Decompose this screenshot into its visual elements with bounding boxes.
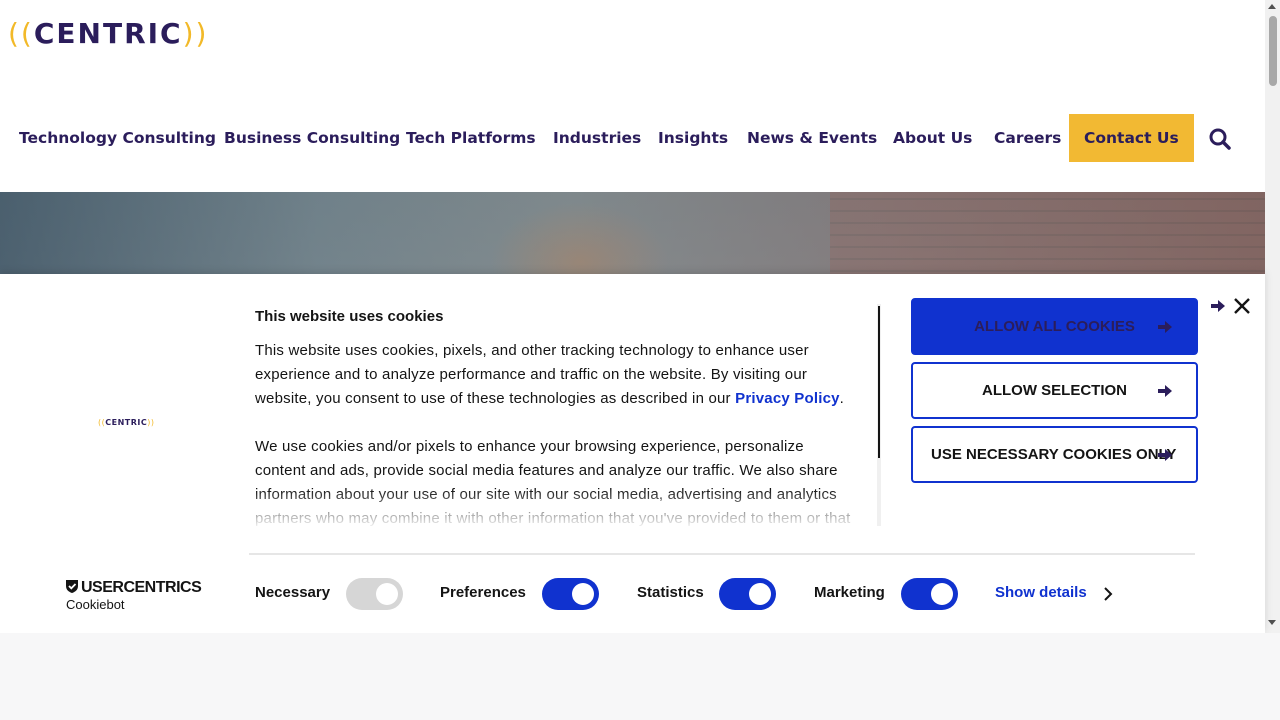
preferences-label: Preferences <box>440 584 526 601</box>
banner-logo-paren-right: )) <box>147 418 155 427</box>
arrow-right-icon <box>1158 385 1172 397</box>
banner-divider <box>249 553 1195 555</box>
necessary-toggle <box>346 578 403 610</box>
scroll-up-arrow-icon[interactable] <box>1268 4 1276 9</box>
cookie-title: This website uses cookies <box>255 308 444 325</box>
allow-all-cookies-label: ALLOW ALL COOKIES <box>974 318 1135 335</box>
use-necessary-cookies-only-button[interactable]: USE NECESSARY COOKIES ONLY <box>911 426 1198 483</box>
arrow-right-icon <box>1158 321 1172 333</box>
logo-paren-right: )) <box>182 17 209 50</box>
toggle-knob <box>931 583 953 605</box>
preferences-toggle[interactable] <box>542 578 599 610</box>
usercentrics-label: USERCENTRICS <box>81 579 202 596</box>
scrollbar-thumb[interactable] <box>1269 16 1277 86</box>
nav-careers[interactable]: Careers <box>994 114 1061 162</box>
logo-paren-left: (( <box>8 17 34 50</box>
usercentrics-cookiebot-logo[interactable]: USERCENTRICS Cookiebot <box>65 579 202 612</box>
hero-brick-wall <box>830 192 1265 282</box>
cookie-text-fade <box>255 489 855 529</box>
allow-all-cookies-button[interactable]: ALLOW ALL COOKIES <box>911 298 1198 355</box>
nav-technology-consulting[interactable]: Technology Consulting <box>19 114 216 162</box>
toggle-knob <box>749 583 771 605</box>
nav-insights[interactable]: Insights <box>658 114 728 162</box>
marketing-label: Marketing <box>814 584 885 601</box>
centric-logo[interactable]: ((CENTRIC)) <box>8 14 208 54</box>
page-scrollbar[interactable] <box>1265 0 1280 633</box>
toggle-knob <box>376 583 398 605</box>
logo-word: CENTRIC <box>33 17 183 50</box>
cookie-text-scroll-thumb[interactable] <box>878 306 880 458</box>
arrow-right-icon <box>1158 449 1172 461</box>
nav-about-us[interactable]: About Us <box>893 114 972 162</box>
banner-centric-logo: ((CENTRIC)) <box>98 418 155 427</box>
allow-selection-label: ALLOW SELECTION <box>982 382 1127 399</box>
cookie-paragraph-1: This website uses cookies, pixels, and o… <box>255 339 855 411</box>
main-nav: Technology Consulting Business Consultin… <box>0 114 1265 162</box>
statistics-toggle[interactable] <box>719 578 776 610</box>
close-icon[interactable] <box>1233 297 1251 315</box>
scroll-down-arrow-icon[interactable] <box>1268 620 1276 625</box>
shield-icon <box>66 580 78 593</box>
necessary-label: Necessary <box>255 584 331 601</box>
search-icon[interactable] <box>1207 126 1233 152</box>
contact-us-button[interactable]: Contact Us <box>1069 114 1194 162</box>
cookiebot-label: Cookiebot <box>66 597 125 612</box>
privacy-policy-link[interactable]: Privacy Policy <box>735 390 840 407</box>
nav-tech-platforms[interactable]: Tech Platforms <box>406 114 536 162</box>
arrow-right-icon[interactable] <box>1210 298 1226 314</box>
cookie-consent-banner: ((CENTRIC)) This website uses cookies Th… <box>0 274 1265 633</box>
nav-news-events[interactable]: News & Events <box>747 114 877 162</box>
allow-selection-button[interactable]: ALLOW SELECTION <box>911 362 1198 419</box>
usercentrics-brand: USERCENTRICS <box>65 579 202 597</box>
cookie-text-scrollbar[interactable] <box>877 304 881 526</box>
chevron-right-icon[interactable] <box>1103 587 1113 601</box>
statistics-label: Statistics <box>637 584 704 601</box>
nav-industries[interactable]: Industries <box>553 114 641 162</box>
banner-logo-word: CENTRIC <box>105 418 148 427</box>
page-background <box>0 633 1280 720</box>
nav-business-consulting[interactable]: Business Consulting <box>224 114 400 162</box>
cookie-paragraph-1-text: This website uses cookies, pixels, and o… <box>255 342 809 407</box>
cookie-paragraph-1-end: . <box>839 390 845 407</box>
site-header: ((CENTRIC)) Technology Consulting Busine… <box>0 0 1265 192</box>
show-details-link[interactable]: Show details <box>995 584 1087 601</box>
marketing-toggle[interactable] <box>901 578 958 610</box>
toggle-knob <box>572 583 594 605</box>
